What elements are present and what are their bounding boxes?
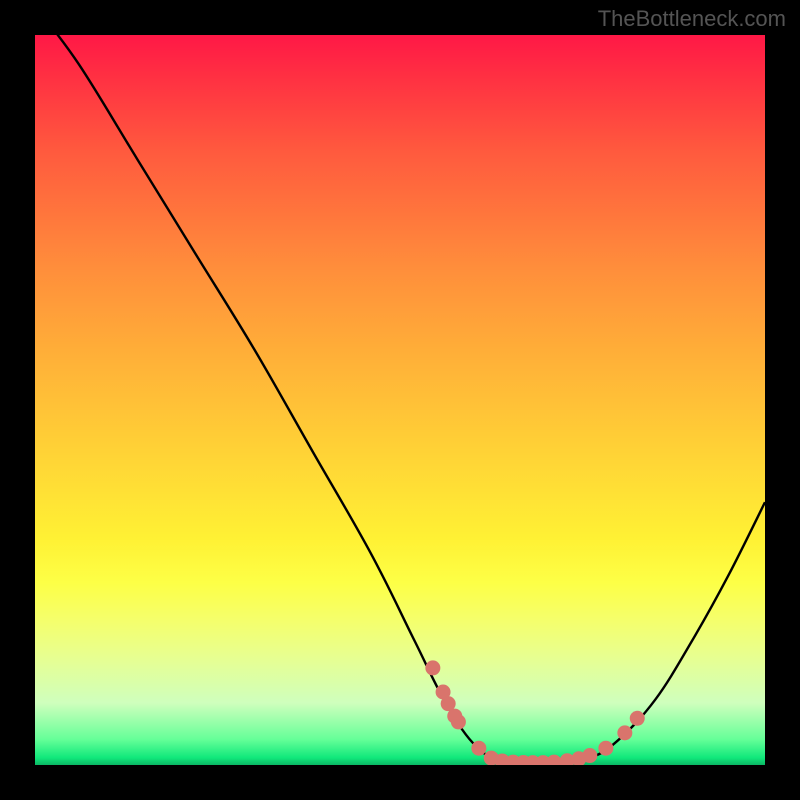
chart-svg: [35, 35, 765, 765]
highlight-point: [630, 711, 645, 726]
watermark-text: TheBottleneck.com: [598, 6, 786, 32]
highlight-point: [582, 748, 597, 763]
highlight-point: [471, 741, 486, 756]
highlight-point: [451, 714, 466, 729]
highlight-point: [425, 660, 440, 675]
bottleneck-curve: [35, 35, 765, 764]
highlight-point: [598, 741, 613, 756]
highlight-markers: [425, 660, 644, 765]
highlight-point: [547, 755, 562, 765]
highlight-point: [617, 725, 632, 740]
